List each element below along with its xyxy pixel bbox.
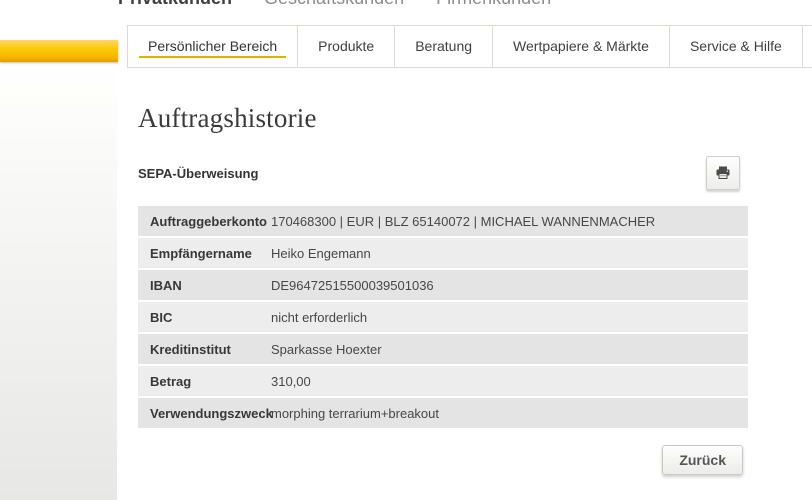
table-row-iban: IBAN DE96472515500039501036 xyxy=(138,270,748,300)
table-row-empfaengername: Empfängername Heiko Engemann xyxy=(138,238,748,268)
row-label: Betrag xyxy=(150,373,192,389)
row-label: BIC xyxy=(150,309,173,325)
row-value: Sparkasse Hoexter xyxy=(271,341,382,357)
row-label: Kreditinstitut xyxy=(150,341,231,357)
action-row: Zurück xyxy=(138,445,748,475)
section-tabbar: Persönlicher Bereich Produkte Beratung W… xyxy=(127,25,812,68)
table-row-verwendungszweck: Verwendungszweck morphing terrarium+brea… xyxy=(138,398,748,428)
nav-item-privatkunden[interactable]: Privatkunden xyxy=(118,0,232,8)
row-value: morphing terrarium+breakout xyxy=(271,405,439,421)
tab-beratung[interactable]: Beratung xyxy=(394,25,494,68)
row-label: Empfängername xyxy=(150,245,252,261)
back-button[interactable]: Zurück xyxy=(662,445,743,475)
nav-item-geschaeftskunden[interactable]: Geschäftskunden xyxy=(264,0,404,8)
table-row-kreditinstitut: Kreditinstitut Sparkasse Hoexter xyxy=(138,334,748,364)
row-value: Heiko Engemann xyxy=(271,245,371,261)
table-row-betrag: Betrag 310,00 xyxy=(138,366,748,396)
row-value: 310,00 xyxy=(271,373,311,389)
table-row-bic: BIC nicht erforderlich xyxy=(138,302,748,332)
tab-service-hilfe[interactable]: Service & Hilfe xyxy=(668,25,803,68)
tab-kontakt[interactable]: Konta xyxy=(801,25,812,68)
row-value: 170468300 | EUR | BLZ 65140072 | MICHAEL… xyxy=(271,213,656,229)
row-label: IBAN xyxy=(150,277,182,293)
left-rail xyxy=(0,66,118,500)
row-label: Verwendungszweck xyxy=(150,405,273,421)
tab-wertpapiere-maerkte[interactable]: Wertpapiere & Märkte xyxy=(492,25,670,68)
print-button[interactable] xyxy=(706,156,740,190)
row-label: Auftraggeberkonto xyxy=(150,213,267,229)
tab-produkte[interactable]: Produkte xyxy=(297,25,396,68)
subtitle-row: SEPA-Überweisung xyxy=(138,156,748,190)
nav-item-firmenkunden[interactable]: Firmenkunden xyxy=(436,0,551,8)
order-type-label: SEPA-Überweisung xyxy=(138,165,259,181)
main-content: Auftragshistorie SEPA-Überweisung Auftra… xyxy=(138,82,748,475)
transfer-details-table: Auftraggeberkonto 170468300 | EUR | BLZ … xyxy=(138,206,748,428)
row-value: DE96472515500039501036 xyxy=(271,277,434,293)
table-row-auftraggeberkonto: Auftraggeberkonto 170468300 | EUR | BLZ … xyxy=(138,206,748,236)
printer-icon xyxy=(715,165,731,181)
browser-page: Privatkunden Geschäftskunden Firmenkunde… xyxy=(0,0,812,500)
tab-persoenlicher-bereich[interactable]: Persönlicher Bereich xyxy=(127,25,299,68)
primary-nav: Privatkunden Geschäftskunden Firmenkunde… xyxy=(118,0,551,8)
row-value: nicht erforderlich xyxy=(271,309,368,325)
brand-yellow-bar xyxy=(0,40,118,62)
page-title: Auftragshistorie xyxy=(138,103,317,133)
